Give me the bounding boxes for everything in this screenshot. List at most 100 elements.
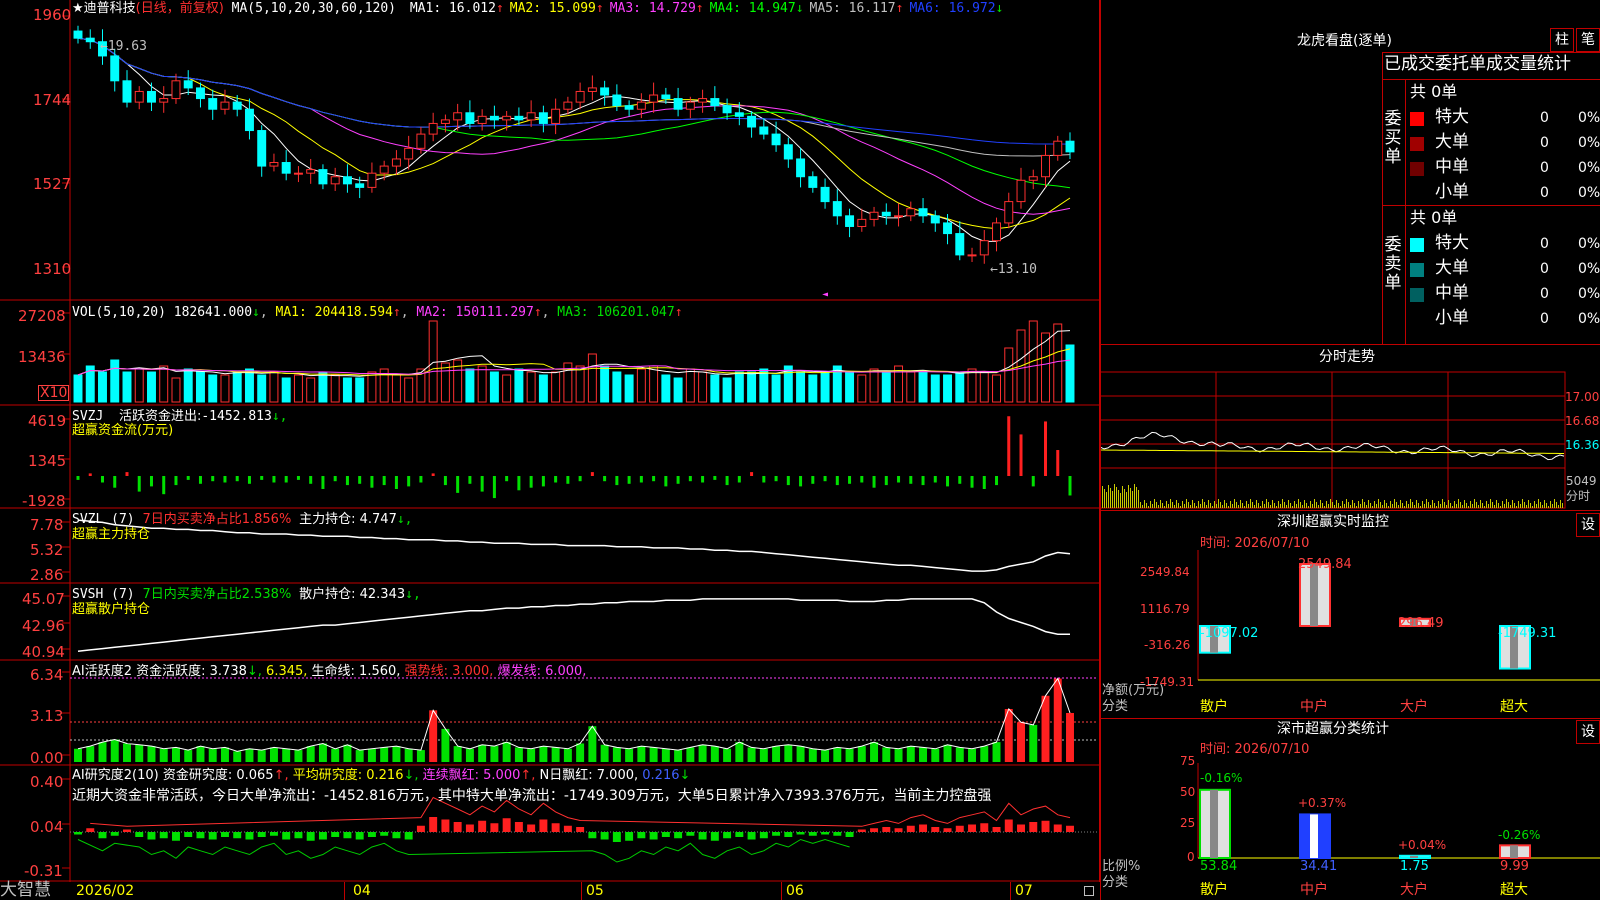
candle-body <box>208 98 218 110</box>
candle-body <box>734 112 744 117</box>
intraday-volume-bar <box>1154 499 1155 508</box>
fund-flow-bar <box>590 472 594 476</box>
intraday-volume-bar <box>1368 500 1369 508</box>
fund-flow-bar <box>1056 450 1060 476</box>
research-bar <box>1004 819 1013 832</box>
svsh-tick-1: 45.07 <box>22 590 65 608</box>
research-bar <box>245 832 254 840</box>
intraday-volume-bar <box>1532 506 1533 508</box>
intraday-volume-bar <box>1522 499 1523 508</box>
order-stat-title: 已成交委托单成交量统计 <box>1384 54 1571 74</box>
volume-bar <box>318 371 328 403</box>
candle-body <box>244 108 254 132</box>
fund-flow-bar <box>382 476 386 486</box>
intraday-volume-bar <box>1300 502 1301 508</box>
intraday-volume-bar <box>1486 501 1487 508</box>
fund-flow-bar <box>897 476 901 483</box>
tick-view-button[interactable]: 笔 <box>1576 28 1600 52</box>
fund-flow-bar <box>615 476 619 486</box>
fund-flow-bar <box>1019 434 1023 476</box>
candle-body <box>857 218 867 227</box>
research-bar <box>759 832 768 839</box>
column-view-button[interactable]: 柱 <box>1550 28 1574 52</box>
intraday-volume-bar <box>1342 501 1343 508</box>
intraday-volume-bar <box>1200 504 1201 508</box>
stat-cat-3: 大户 <box>1400 882 1428 898</box>
intraday-volume-bar <box>1126 492 1127 508</box>
intraday-volume-bar <box>1464 500 1465 508</box>
intraday-volume-bar <box>1120 493 1121 508</box>
intraday-volume-bar <box>1288 500 1289 508</box>
kline-chart-area[interactable] <box>0 0 1100 900</box>
activity-bar <box>857 746 866 762</box>
x-label-3: 05 <box>586 883 604 899</box>
volume-bar <box>110 359 120 403</box>
ai1-v2: 6.345, <box>266 664 308 679</box>
intraday-volume-bar <box>1354 503 1355 508</box>
fund-flow-bar <box>639 476 643 483</box>
intraday-volume-bar <box>1252 502 1253 508</box>
activity-bar <box>1053 678 1062 762</box>
research-bar <box>833 832 842 836</box>
fund-flow-bar <box>835 476 839 486</box>
intraday-volume-bar <box>1536 504 1537 508</box>
buy-row-value-3: 0 <box>1540 160 1549 176</box>
intraday-volume-bar <box>1442 499 1443 508</box>
candle-body <box>440 119 450 124</box>
fund-flow-bar <box>860 476 864 483</box>
fund-flow-bar <box>358 476 362 484</box>
intraday-volume-bar <box>1112 491 1113 508</box>
lock-icon[interactable] <box>1084 886 1094 896</box>
candle-body <box>134 90 144 103</box>
intraday-volume-bar <box>1360 504 1361 508</box>
intraday-volume-bar <box>1476 502 1477 508</box>
brand-label[interactable]: 大智慧 <box>0 882 51 899</box>
activity-bar <box>723 748 732 762</box>
research-bar <box>355 832 364 840</box>
research-bar <box>906 825 915 832</box>
fund-flow-bar <box>995 476 999 486</box>
activity-bar <box>282 748 291 762</box>
intraday-volume-bar <box>1222 505 1223 508</box>
intraday-volume-bar <box>1292 506 1293 508</box>
monitor-val-2: 2549.84 <box>1298 557 1352 572</box>
intraday-volume-bar <box>1228 506 1229 508</box>
monitor-val-1: -1097.02 <box>1200 626 1259 641</box>
volume-bar <box>649 365 659 403</box>
monitor-settings-button[interactable]: 设 <box>1576 513 1600 537</box>
intraday-volume-bar <box>1490 499 1491 508</box>
intraday-chart[interactable] <box>1100 370 1600 510</box>
fund-flow-bar <box>296 476 300 480</box>
stat-settings-button[interactable]: 设 <box>1576 720 1600 744</box>
right-panel: 龙虎看盘(逐单) 柱 笔 已成交委托单成交量统计 委买单 委卖单 共 0单 特大 0… <box>1100 0 1600 900</box>
intraday-volume-bar <box>1358 501 1359 508</box>
candle-body <box>465 112 475 124</box>
fund-flow-bar <box>284 476 288 483</box>
ai2-research: 资金研究度: 0.065 <box>162 768 274 783</box>
volume-bar <box>281 377 291 403</box>
intraday-volume-bar <box>1212 506 1213 508</box>
volume-bar <box>857 374 867 403</box>
activity-bar <box>1041 695 1050 762</box>
stock-title[interactable]: ★迪普科技 <box>72 1 136 16</box>
intraday-volume-bar <box>1240 500 1241 508</box>
research-bar <box>772 832 781 836</box>
activity-bar <box>772 746 781 762</box>
volume-bar <box>600 365 610 403</box>
intraday-volume-bar <box>1344 504 1345 508</box>
candle-body <box>1053 140 1063 156</box>
intraday-volume-bar <box>1338 503 1339 508</box>
intraday-volume-bar <box>1402 503 1403 508</box>
fund-flow-bar <box>505 476 509 482</box>
intraday-volume-bar <box>1554 499 1555 508</box>
research-bar <box>282 832 291 840</box>
kline-mode[interactable]: (日线，前复权) <box>136 1 224 16</box>
fund-flow-bar <box>566 476 570 484</box>
intraday-volume-bar <box>1456 504 1457 508</box>
activity-bar <box>478 744 487 762</box>
order-stat-divider-3 <box>1382 205 1600 206</box>
intraday-volume-bar <box>1466 503 1467 508</box>
monitor-time: 时间: 2026/07/10 <box>1200 536 1310 551</box>
buy-row-pct-1: 0% <box>1578 110 1600 126</box>
y-tick-1744: 1744 <box>33 91 72 109</box>
